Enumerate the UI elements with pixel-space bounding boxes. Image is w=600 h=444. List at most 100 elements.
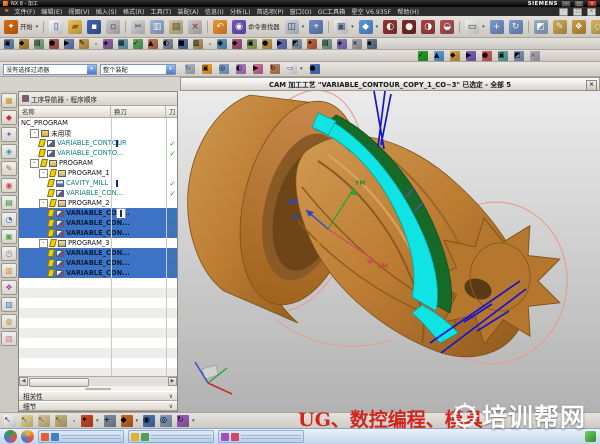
toolbar3-icon-7[interactable]: ◩	[512, 51, 526, 61]
menu-10[interactable]: 首选项(P)	[256, 7, 283, 16]
details-section[interactable]: 细节 ∨	[19, 401, 177, 411]
toolbar3-icon-3[interactable]: ◆	[448, 51, 462, 61]
tree-row-variable-con-[interactable]: VARIABLE_CON...✓	[19, 268, 177, 278]
menu-8[interactable]: 信息(I)	[205, 7, 224, 16]
chevron-down-icon[interactable]: ▾	[96, 418, 99, 424]
toolbar3-icon-5[interactable]: ●	[480, 51, 494, 61]
graphics-close-icon[interactable]: ×	[586, 80, 597, 91]
select-filter-cursor[interactable]: ↖	[53, 415, 69, 427]
toolbar2-icon-6[interactable]: ✎	[77, 39, 91, 49]
select-multi[interactable]: ↖	[36, 415, 52, 427]
snap-point[interactable]: ⌖	[307, 20, 325, 34]
resource-bar-icon-3[interactable]: ✦	[1, 127, 17, 142]
toolbar2-icon-10[interactable]: ✓	[131, 39, 145, 49]
tree-row-variable-con-[interactable]: VARIABLE_CON...✓	[19, 228, 177, 238]
doc-minimize-button[interactable]: –	[559, 8, 568, 16]
tree-row--[interactable]: -未用项	[19, 128, 177, 138]
zoom-view[interactable]: ◎	[217, 64, 231, 74]
delete[interactable]: ×	[186, 20, 204, 34]
start-button[interactable]: ✦开始▾	[2, 20, 40, 34]
window-rect[interactable]: ▭▾	[463, 20, 487, 34]
column-name[interactable]: 名称	[19, 106, 111, 117]
resource-bar-icon-12[interactable]: ❖	[1, 280, 17, 295]
resource-bar-icon-11[interactable]: ▥	[1, 263, 17, 278]
toolbar2-icon-9[interactable]: ▦	[116, 39, 130, 49]
shaded-sphere[interactable]: ●	[308, 64, 322, 74]
dependencies-section[interactable]: 相关性 ∨	[19, 391, 177, 401]
toolbar2-icon-3[interactable]: ▤	[32, 39, 46, 49]
navigator-header[interactable]: 工序导航器 - 程序顺序	[19, 92, 177, 106]
display-mode-3[interactable]: ◑	[419, 20, 437, 34]
menu-2[interactable]: 编辑(E)	[41, 7, 62, 16]
window-select[interactable]: ▭▾	[285, 64, 305, 74]
toolbar2-icon-22[interactable]: ✦	[305, 39, 319, 49]
graphics-window-titlebar[interactable]: CAM 加工工艺 "VARIABLE_CONTOUR_COPY_1_CO~3" …	[180, 77, 600, 91]
expander-icon[interactable]: -	[30, 129, 39, 138]
scroll-left-icon[interactable]: ◀	[19, 377, 28, 386]
snap-pinwheel[interactable]: ✦▾	[79, 415, 101, 427]
resource-bar-icon-7[interactable]: ▤	[1, 195, 17, 210]
chevron-down-icon[interactable]: ▾	[376, 24, 379, 30]
shaded-view[interactable]: ◆▾	[357, 20, 381, 34]
copy[interactable]: ▥	[148, 20, 166, 34]
edit-object-display[interactable]: ✎	[551, 20, 569, 34]
rotate-view-2[interactable]: ↻	[268, 64, 282, 74]
tree-row-variable-con-[interactable]: VARIABLE_CON...✓	[19, 248, 177, 258]
window-display[interactable]: ▣▾	[332, 20, 356, 34]
taskbar-app-icon-1[interactable]	[4, 430, 17, 443]
selection-filter-dropdown[interactable]: 没有选择过滤器 ▾	[3, 64, 97, 75]
snap-view[interactable]: ▶	[251, 64, 265, 74]
chevron-down-icon[interactable]: ▾	[136, 418, 139, 424]
toolbar2-icon-19[interactable]: ●	[260, 39, 274, 49]
verify-check[interactable]: ✓	[416, 51, 430, 61]
datum-plane[interactable]: ◇	[589, 20, 600, 34]
taskbar-window-button-3[interactable]	[218, 430, 304, 443]
toolbar3-icon-6[interactable]: ▣	[496, 51, 510, 61]
resource-bar-icon-9[interactable]: ▣	[1, 229, 17, 244]
doc-close-button[interactable]: ×	[587, 8, 596, 16]
chevron-down-icon[interactable]: ▾	[36, 24, 39, 30]
motion-swirl[interactable]: ↻▾	[175, 415, 197, 427]
graphics-viewport[interactable]: YM ZM ZC XC XM	[178, 91, 600, 412]
menu-1[interactable]: 文件(F)	[14, 7, 35, 16]
resource-bar-icon-2[interactable]: ◆	[1, 110, 17, 125]
toolbar2-icon-11[interactable]: ▲	[146, 39, 160, 49]
taskbar-app-icon-2[interactable]	[21, 430, 34, 443]
close-button[interactable]: ×	[587, 0, 597, 7]
menu-9[interactable]: 分析(L)	[230, 7, 251, 16]
taskbar-window-button-2[interactable]	[128, 430, 214, 443]
fit-view[interactable]: ▣	[200, 64, 214, 74]
tree-row-program[interactable]: -PROGRAM	[19, 158, 177, 168]
tree-row-cavity-mill[interactable]: CAVITY_MILL✓	[19, 178, 177, 188]
toolbar2-icon-4[interactable]: ●	[47, 39, 61, 49]
toolbar2-icon-24[interactable]: ◈	[335, 39, 349, 49]
resource-bar-icon-13[interactable]: ▧	[1, 297, 17, 312]
taskbar-corner-icon[interactable]	[585, 431, 596, 442]
tree-row-variable-con-[interactable]: VARIABLE_CON...✓	[19, 208, 177, 218]
tree-row-variable-con-[interactable]: VARIABLE_CON...✓	[19, 188, 177, 198]
new-file[interactable]: ▯	[47, 20, 65, 34]
toolbar2-icon-2[interactable]: ◆	[17, 39, 31, 49]
taskbar-window-button-1[interactable]	[38, 430, 124, 443]
refresh-view[interactable]: ↻	[183, 64, 197, 74]
show-hide[interactable]: ◩	[532, 20, 550, 34]
display-mode-4[interactable]: ◒	[438, 20, 456, 34]
toolbar2-icon-14[interactable]: ▥	[191, 39, 205, 49]
toolbar2-icon-16[interactable]: ◉	[215, 39, 229, 49]
orient-view[interactable]: ◐	[234, 64, 248, 74]
toolbar2-icon-1[interactable]: ▣	[2, 39, 16, 49]
user-interface[interactable]: ◫▾	[283, 20, 307, 34]
print[interactable]: ▫	[104, 20, 122, 34]
toolbar3-icon-8[interactable]: ×	[528, 51, 542, 61]
toolbar3-icon-4[interactable]: ▶	[464, 51, 478, 61]
toolbar2-icon-8[interactable]: ◈	[101, 39, 115, 49]
minimize-button[interactable]: –	[561, 0, 571, 7]
command-finder[interactable]: ◉命令查找器	[230, 20, 281, 34]
restore-button[interactable]: □	[574, 0, 584, 7]
menu-5[interactable]: 格式(R)	[123, 7, 145, 16]
menu-3[interactable]: 视图(V)	[68, 7, 89, 16]
toolbar2-icon-23[interactable]: ▤	[320, 39, 334, 49]
rotate-view[interactable]: ↻	[507, 20, 525, 34]
tree-row-variable-contour[interactable]: VARIABLE_CONTOUR✓	[19, 138, 177, 148]
point-constructor[interactable]: +	[102, 415, 118, 427]
